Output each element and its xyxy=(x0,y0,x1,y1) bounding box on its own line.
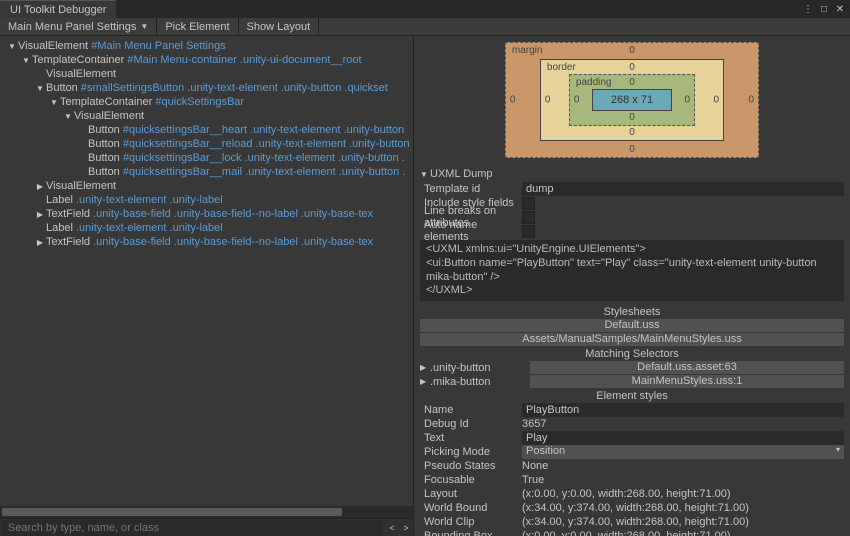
box-model-content: 268 x 71 xyxy=(592,89,672,111)
expand-arrow-icon[interactable]: ▼ xyxy=(6,42,18,51)
stylesheet-item[interactable]: Default.uss xyxy=(420,319,844,332)
property-label: Debug Id xyxy=(420,418,522,430)
expand-arrow-icon[interactable]: ▼ xyxy=(20,56,32,65)
property-value: (x:0.00, y:0.00, width:268.00, height:71… xyxy=(522,530,844,536)
tab-bar: UI Toolkit Debugger ⋮ □ ✕ xyxy=(0,0,850,18)
include-style-checkbox[interactable] xyxy=(522,197,535,210)
hierarchy-tree[interactable]: ▼VisualElement #Main Menu Panel Settings… xyxy=(0,36,413,506)
property-value: (x:34.00, y:374.00, width:268.00, height… xyxy=(522,502,844,514)
horizontal-scrollbar[interactable] xyxy=(0,506,413,518)
expand-arrow-icon[interactable]: ▶ xyxy=(34,182,46,191)
search-prev-button[interactable]: < xyxy=(385,523,399,533)
property-row: Text xyxy=(420,431,844,445)
auto-name-checkbox[interactable] xyxy=(522,225,535,238)
property-value: True xyxy=(522,474,844,486)
property-input[interactable] xyxy=(522,431,844,445)
selector-row: ▶.mika-buttonMainMenuStyles.uss:1 xyxy=(420,375,844,388)
selector-name: .unity-button xyxy=(430,362,530,374)
property-label: World Clip xyxy=(420,516,522,528)
stylesheet-item[interactable]: Assets/ManualSamples/MainMenuStyles.uss xyxy=(420,333,844,346)
box-model-diagram: margin 0 0 0 0 border 0 0 0 0 padding 0 … xyxy=(414,36,850,166)
stylesheets-header: Stylesheets xyxy=(414,305,850,319)
tree-row[interactable]: ▼VisualElement #Main Menu Panel Settings xyxy=(0,39,413,53)
chevron-down-icon: ▼ xyxy=(140,22,148,31)
selector-source[interactable]: Default.uss.asset:63 xyxy=(530,361,844,374)
property-row: Picking ModePosition xyxy=(420,445,844,459)
toolbar: Main Menu Panel Settings▼ Pick Element S… xyxy=(0,18,850,36)
property-dropdown[interactable]: Position xyxy=(522,445,844,459)
property-label: Layout xyxy=(420,488,522,500)
property-label: Text xyxy=(420,432,522,444)
property-value: 3657 xyxy=(522,418,844,430)
property-row: FocusableTrue xyxy=(420,473,844,487)
property-value: (x:34.00, y:374.00, width:268.00, height… xyxy=(522,516,844,528)
expand-arrow-icon[interactable]: ▼ xyxy=(34,84,46,93)
window-maximize-icon[interactable]: □ xyxy=(818,3,830,15)
property-label: World Bound xyxy=(420,502,522,514)
tree-row[interactable]: ▶TextField .unity-base-field .unity-base… xyxy=(0,207,413,221)
property-row: World Bound(x:34.00, y:374.00, width:268… xyxy=(420,501,844,515)
panel-selector-dropdown[interactable]: Main Menu Panel Settings▼ xyxy=(0,18,156,35)
tree-row[interactable]: ▼TemplateContainer #quickSettingsBar xyxy=(0,95,413,109)
search-input[interactable] xyxy=(2,520,383,536)
uxml-dump-header: UXML Dump xyxy=(430,168,493,180)
uxml-output: <UXML xmlns:ui="UnityEngine.UIElements">… xyxy=(420,240,844,301)
foldout-arrow-icon[interactable]: ▼ xyxy=(420,170,430,179)
property-label: Bounding Box xyxy=(420,530,522,536)
expand-arrow-icon[interactable]: ▶ xyxy=(34,238,46,247)
tree-row[interactable]: ▶VisualElement xyxy=(0,179,413,193)
foldout-arrow-icon[interactable]: ▶ xyxy=(420,363,430,372)
expand-arrow-icon[interactable]: ▶ xyxy=(34,210,46,219)
inspector-pane: margin 0 0 0 0 border 0 0 0 0 padding 0 … xyxy=(414,36,850,536)
selector-row: ▶.unity-buttonDefault.uss.asset:63 xyxy=(420,361,844,374)
property-row: World Clip(x:34.00, y:374.00, width:268.… xyxy=(420,515,844,529)
property-row: Pseudo StatesNone xyxy=(420,459,844,473)
tree-row[interactable]: Button #quicksettingsBar__heart .unity-t… xyxy=(0,123,413,137)
tree-row[interactable]: VisualElement xyxy=(0,67,413,81)
property-label: Focusable xyxy=(420,474,522,486)
property-label: Picking Mode xyxy=(420,446,522,458)
expand-arrow-icon[interactable]: ▼ xyxy=(48,98,60,107)
pick-element-button[interactable]: Pick Element xyxy=(157,18,237,35)
hierarchy-pane: ▼VisualElement #Main Menu Panel Settings… xyxy=(0,36,414,536)
property-row: Layout(x:0.00, y:0.00, width:268.00, hei… xyxy=(420,487,844,501)
tree-row[interactable]: Button #quicksettingsBar__lock .unity-te… xyxy=(0,151,413,165)
line-breaks-checkbox[interactable] xyxy=(522,211,535,224)
selectors-header: Matching Selectors xyxy=(414,347,850,361)
property-label: Name xyxy=(420,404,522,416)
property-input[interactable] xyxy=(522,403,844,417)
expand-arrow-icon[interactable]: ▼ xyxy=(62,112,74,121)
tree-row[interactable]: Label .unity-text-element .unity-label xyxy=(0,221,413,235)
search-next-button[interactable]: > xyxy=(399,523,413,533)
window-menu-icon[interactable]: ⋮ xyxy=(802,3,814,15)
tree-row[interactable]: ▼Button #smallSettingsButton .unity-text… xyxy=(0,81,413,95)
property-row: Bounding Box(x:0.00, y:0.00, width:268.0… xyxy=(420,529,844,536)
property-label: Pseudo States xyxy=(420,460,522,472)
foldout-arrow-icon[interactable]: ▶ xyxy=(420,377,430,386)
tree-row[interactable]: ▼TemplateContainer #Main Menu-container … xyxy=(0,53,413,67)
property-value: (x:0.00, y:0.00, width:268.00, height:71… xyxy=(522,488,844,500)
property-value: None xyxy=(522,460,844,472)
tree-row[interactable]: Button #quicksettingsBar__reload .unity-… xyxy=(0,137,413,151)
tree-row[interactable]: ▼VisualElement xyxy=(0,109,413,123)
property-row: Name xyxy=(420,403,844,417)
element-styles-header: Element styles xyxy=(414,389,850,403)
template-id-input[interactable] xyxy=(522,182,844,196)
tree-row[interactable]: ▶TextField .unity-base-field .unity-base… xyxy=(0,235,413,249)
window-close-icon[interactable]: ✕ xyxy=(834,3,846,15)
window-tab[interactable]: UI Toolkit Debugger xyxy=(0,0,116,18)
selector-source[interactable]: MainMenuStyles.uss:1 xyxy=(530,375,844,388)
show-layout-button[interactable]: Show Layout xyxy=(239,18,319,35)
tree-row[interactable]: Button #quicksettingsBar__mail .unity-te… xyxy=(0,165,413,179)
property-row: Debug Id3657 xyxy=(420,417,844,431)
selector-name: .mika-button xyxy=(430,376,530,388)
tree-row[interactable]: Label .unity-text-element .unity-label xyxy=(0,193,413,207)
